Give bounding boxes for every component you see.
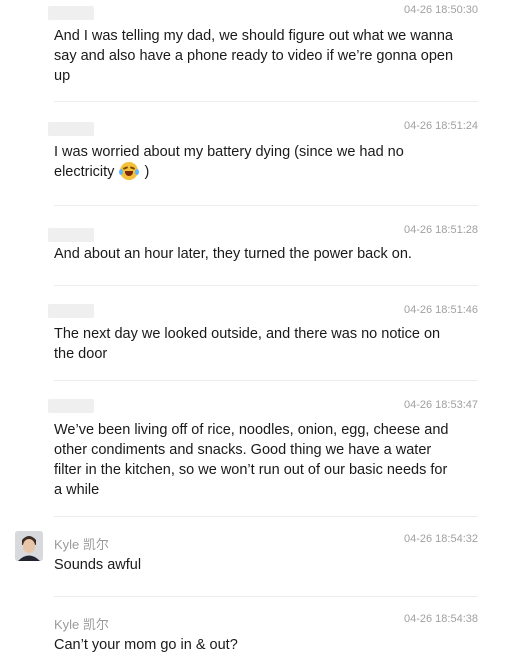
user-photo-icon (15, 531, 43, 561)
message-timestamp: 04-26 18:51:28 (403, 224, 478, 236)
message-item: 04-26 18:50:30 And I was telling my dad,… (0, 0, 518, 102)
message-item: 04-26 18:51:46 The next day we looked ou… (0, 286, 518, 381)
sender-name: Kyle 凯尔 (54, 617, 109, 632)
redacted-sender-name (48, 304, 94, 318)
message-item: Kyle 凯尔 04-26 18:54:32 Sounds awful (0, 517, 518, 597)
message-text[interactable]: Can’t your mom go in & out? (54, 635, 454, 655)
sender-name: Kyle 凯尔 (54, 537, 109, 552)
message-timestamp: 04-26 18:53:47 (403, 399, 478, 411)
message-timestamp: 04-26 18:51:46 (403, 304, 478, 316)
message-text[interactable]: We’ve been living off of rice, noodles, … (54, 420, 454, 500)
message-text[interactable]: And about an hour later, they turned the… (54, 244, 454, 264)
redacted-sender-name (48, 399, 94, 413)
message-timestamp: 04-26 18:54:38 (403, 613, 478, 625)
message-item: Kyle 凯尔 04-26 18:54:38 Can’t your mom go… (0, 597, 518, 656)
redacted-sender-name (48, 122, 94, 136)
message-text[interactable]: The next day we looked outside, and ther… (54, 324, 449, 364)
message-text[interactable]: And I was telling my dad, we should figu… (54, 26, 454, 86)
message-item: 04-26 18:53:47 We’ve been living off of … (0, 381, 518, 517)
message-timestamp: 04-26 18:54:32 (403, 533, 478, 545)
message-text-part: I was worried about my battery dying (si… (54, 144, 404, 180)
redacted-sender-name (48, 6, 94, 20)
tears-of-joy-icon (119, 162, 140, 180)
message-text[interactable]: I was worried about my battery dying (si… (54, 142, 434, 182)
redacted-sender-name (48, 228, 94, 242)
message-text[interactable]: Sounds awful (54, 555, 454, 575)
message-item: 04-26 18:51:24 I was worried about my ba… (0, 102, 518, 206)
message-text-part: ) (140, 164, 150, 180)
avatar[interactable] (15, 531, 43, 561)
message-timestamp: 04-26 18:51:24 (403, 120, 478, 132)
message-item: 04-26 18:51:28 And about an hour later, … (0, 206, 518, 286)
chat-history: 04-26 18:50:30 And I was telling my dad,… (0, 0, 518, 656)
message-timestamp: 04-26 18:50:30 (403, 4, 478, 16)
